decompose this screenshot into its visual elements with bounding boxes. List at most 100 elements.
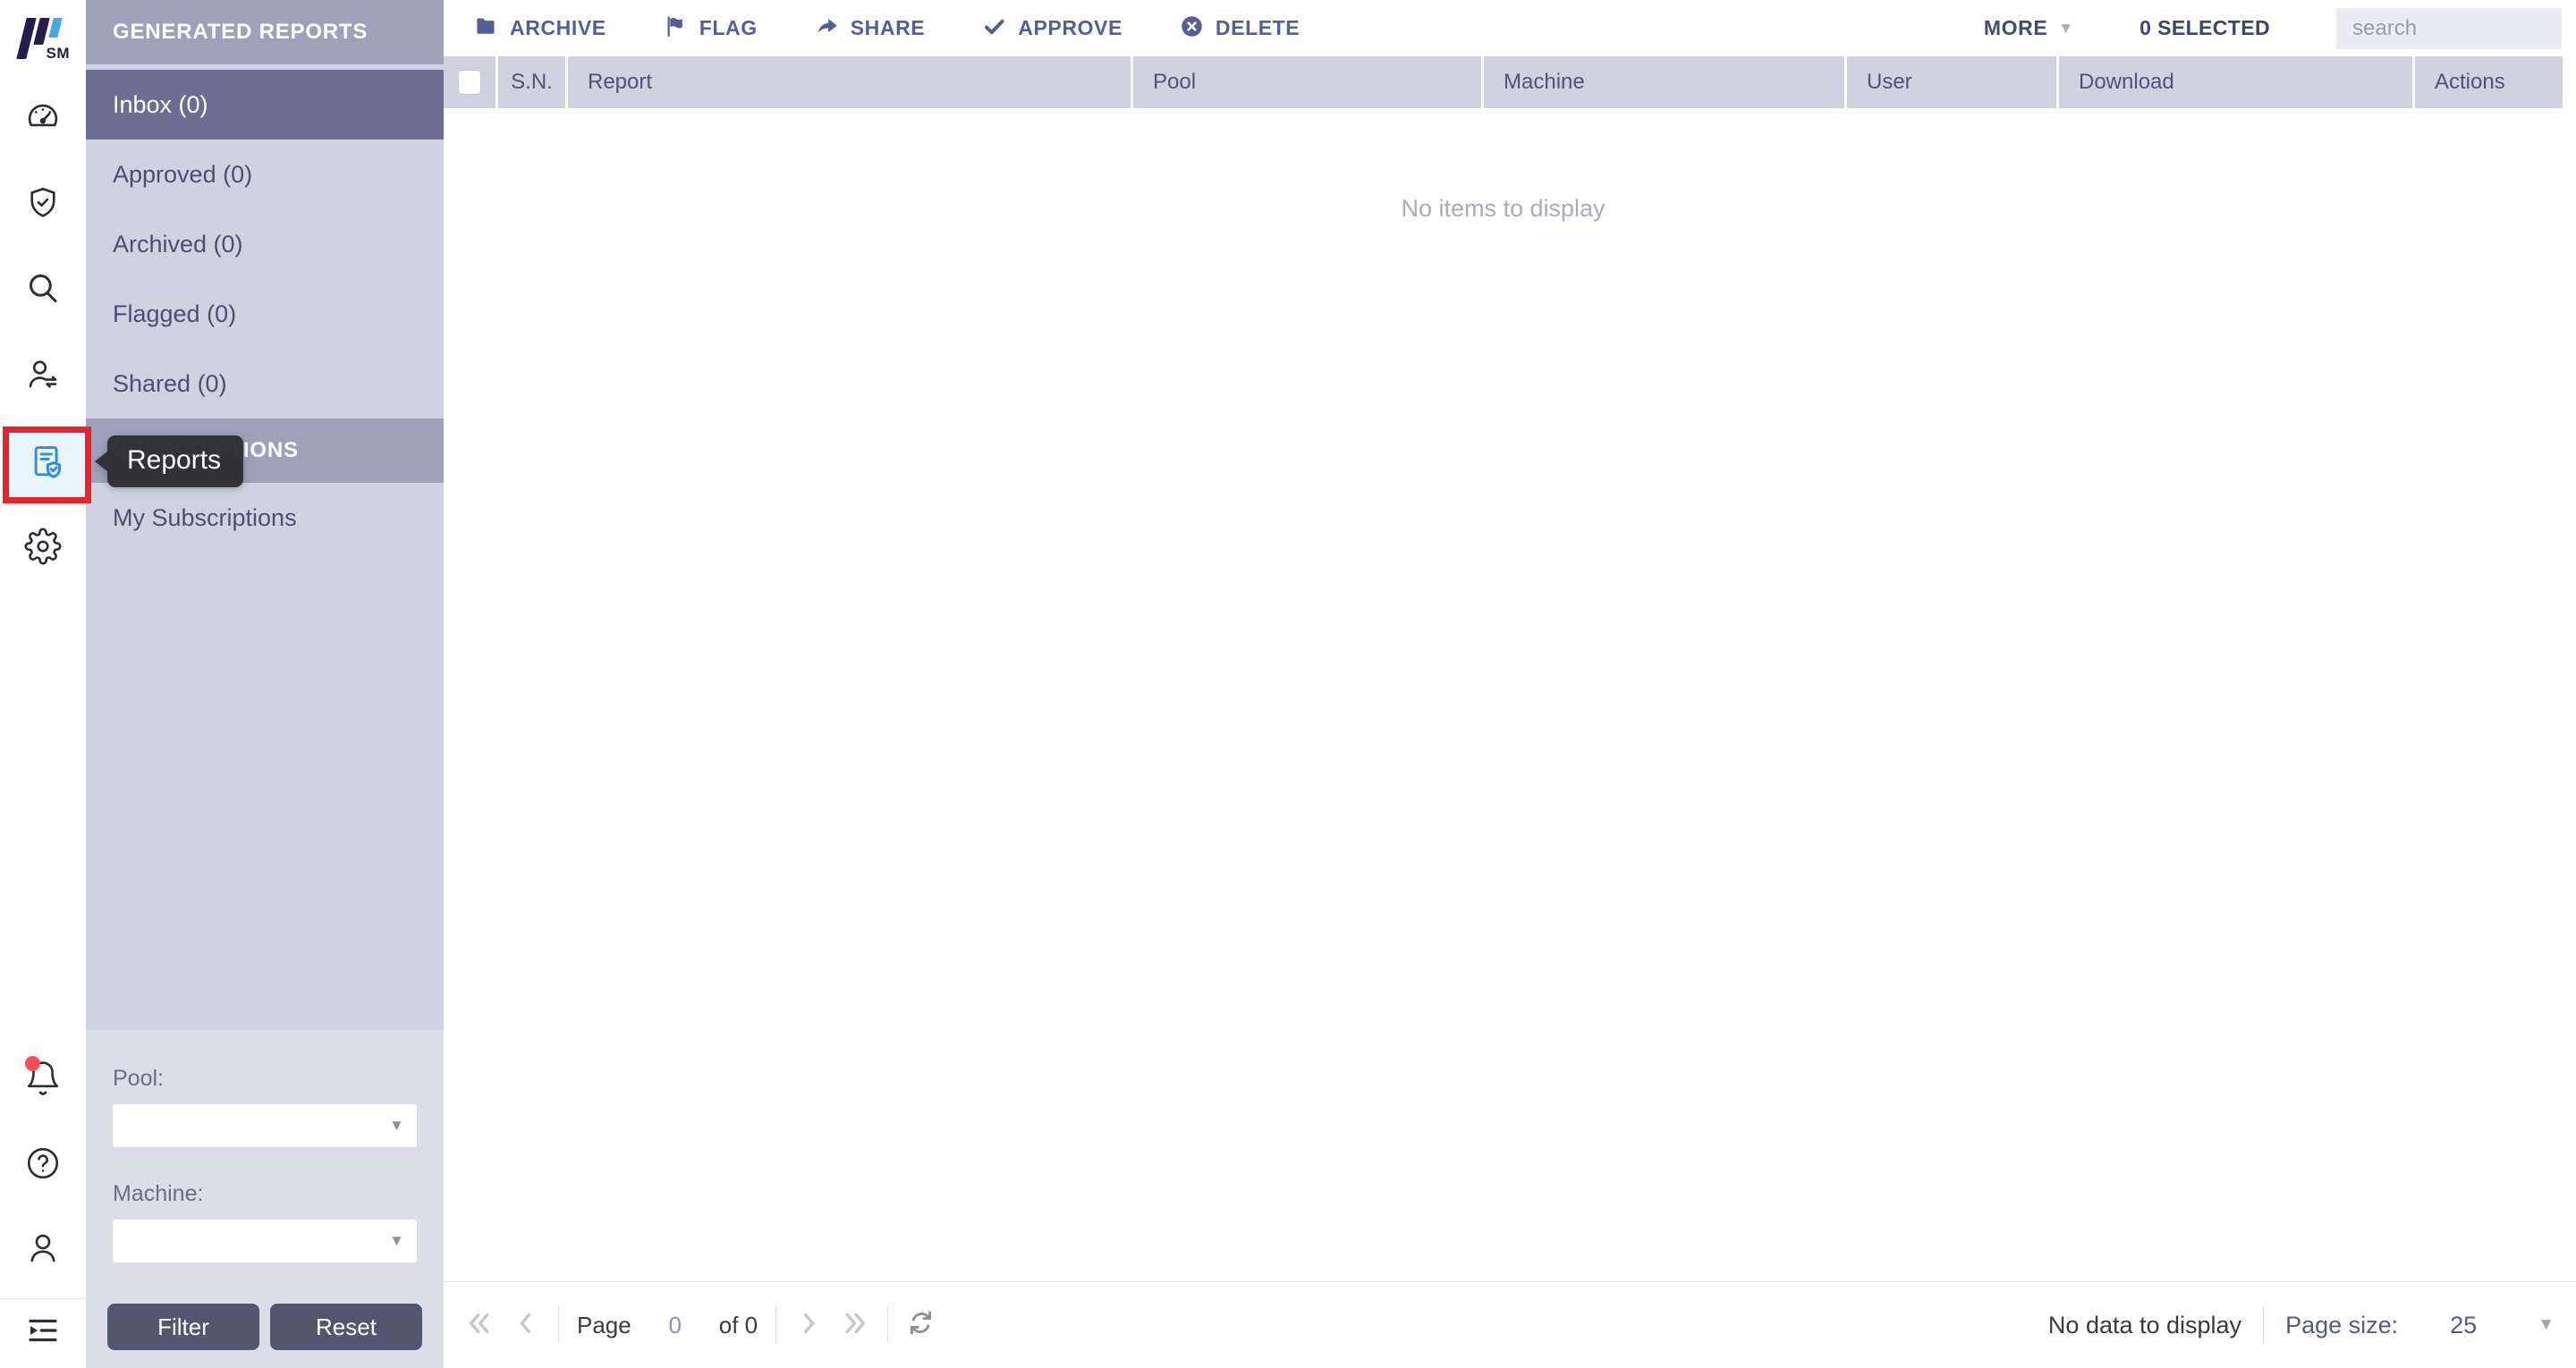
pagination-status: No data to display Page size: 25 ▼ xyxy=(2048,1307,2555,1343)
filter-buttons-row: Filter Reset xyxy=(107,1304,422,1350)
sidebar-item-shared[interactable]: Shared (0) xyxy=(86,349,444,418)
indent-menu-icon xyxy=(24,1312,62,1354)
bell-icon xyxy=(24,1060,62,1097)
page-size-label: Page size: xyxy=(2285,1312,2398,1339)
pool-label: Pool: xyxy=(113,1066,417,1092)
reports-document-icon[interactable] xyxy=(28,443,67,487)
selected-count: 0 SELECTED xyxy=(2140,16,2270,40)
tooltip-arrow xyxy=(95,452,107,471)
icon-rail: SM xyxy=(0,0,86,1368)
double-chevron-left-icon xyxy=(465,1309,494,1342)
rail-divider xyxy=(0,1298,86,1299)
sidebar-item-flagged[interactable]: Flagged (0) xyxy=(86,279,444,349)
sidebar-item-approved[interactable]: Approved (0) xyxy=(86,139,444,209)
column-header-sn[interactable]: S.N. xyxy=(496,56,565,108)
prev-page-button[interactable] xyxy=(512,1309,540,1342)
share-label: SHARE xyxy=(851,16,926,40)
sidebar-item-help[interactable] xyxy=(0,1144,86,1186)
sidebar-item-settings[interactable] xyxy=(0,528,86,570)
approve-button[interactable]: APPROVE xyxy=(982,14,1123,43)
main-content: ARCHIVE FLAG SHARE xyxy=(444,0,2576,1368)
chevron-right-icon xyxy=(794,1309,823,1342)
bulk-actions: ARCHIVE FLAG SHARE xyxy=(474,14,1300,43)
collapse-menu-button[interactable] xyxy=(0,1312,86,1354)
reports-sidebar: GENERATED REPORTS Inbox (0) Approved (0)… xyxy=(86,0,444,1368)
chevron-down-icon: ▼ xyxy=(389,1232,404,1250)
logo-text: SM xyxy=(47,45,71,63)
divider xyxy=(887,1307,888,1343)
delete-label: DELETE xyxy=(1216,16,1300,40)
divider xyxy=(558,1307,559,1343)
sidebar-item-my-subscriptions[interactable]: My Subscriptions xyxy=(86,483,444,553)
machine-select[interactable]: ▼ xyxy=(113,1220,417,1262)
notification-badge-dot xyxy=(25,1056,40,1071)
next-page-button[interactable] xyxy=(794,1309,823,1342)
refresh-button[interactable] xyxy=(906,1308,936,1342)
check-icon xyxy=(982,14,1006,43)
sidebar-item-account[interactable] xyxy=(0,1229,86,1271)
machine-label: Machine: xyxy=(113,1181,417,1207)
toolbar-right: MORE ▼ 0 SELECTED xyxy=(1984,8,2576,49)
column-header-report[interactable]: Report xyxy=(565,56,1131,108)
sidebar-item-security[interactable] xyxy=(0,184,86,226)
approve-label: APPROVE xyxy=(1018,16,1123,40)
pagination-controls: Page of 0 xyxy=(465,1307,936,1343)
reset-button[interactable]: Reset xyxy=(270,1304,422,1350)
search-input[interactable] xyxy=(2336,8,2562,49)
share-button[interactable]: SHARE xyxy=(815,14,926,43)
more-menu-button[interactable]: MORE ▼ xyxy=(1984,16,2073,40)
column-header-user[interactable]: User xyxy=(1844,56,2056,108)
flag-button[interactable]: FLAG xyxy=(664,14,758,43)
section-title-generated-reports: GENERATED REPORTS xyxy=(86,0,444,64)
pagination-bar: Page of 0 xyxy=(444,1281,2576,1368)
page-of-label: of 0 xyxy=(719,1312,758,1339)
shield-check-icon xyxy=(24,184,62,226)
sidebar-item-notifications[interactable] xyxy=(0,1060,86,1097)
flag-label: FLAG xyxy=(699,16,758,40)
chevron-down-icon: ▼ xyxy=(2058,20,2073,38)
help-icon xyxy=(24,1144,62,1186)
delete-button[interactable]: DELETE xyxy=(1180,14,1300,43)
double-chevron-right-icon xyxy=(841,1309,869,1342)
archive-label: ARCHIVE xyxy=(510,16,606,40)
no-data-status: No data to display xyxy=(2048,1312,2241,1339)
sidebar-item-inbox[interactable]: Inbox (0) xyxy=(86,70,444,139)
pool-select[interactable]: ▼ xyxy=(113,1104,417,1147)
gear-icon xyxy=(24,528,62,570)
table-header-row: S.N. Report Pool Machine User Download A… xyxy=(444,56,2563,108)
dashboard-gauge-icon xyxy=(24,99,62,141)
first-page-button[interactable] xyxy=(465,1309,494,1342)
last-page-button[interactable] xyxy=(841,1309,869,1342)
empty-table-message: No items to display xyxy=(444,195,2563,223)
tooltip-label: Reports xyxy=(107,435,243,487)
sidebar-item-archived[interactable]: Archived (0) xyxy=(86,209,444,279)
x-circle-icon xyxy=(1180,14,1204,43)
column-header-actions[interactable]: Actions xyxy=(2412,56,2563,108)
sidebar-item-search[interactable] xyxy=(0,269,86,311)
share-arrow-icon xyxy=(815,14,839,43)
person-icon xyxy=(24,1229,62,1271)
app-window: SM xyxy=(0,0,2576,1368)
column-header-download[interactable]: Download xyxy=(2056,56,2412,108)
select-all-checkbox[interactable] xyxy=(458,70,481,95)
page-number-input[interactable] xyxy=(649,1307,701,1343)
filter-panel: Pool: ▼ Machine: ▼ Filter Reset xyxy=(86,1030,444,1368)
search-icon xyxy=(24,269,62,311)
chevron-down-icon[interactable]: ▼ xyxy=(2538,1315,2555,1335)
sidebar-item-users[interactable] xyxy=(0,356,86,398)
user-sync-icon xyxy=(24,356,62,398)
folder-icon xyxy=(474,14,498,43)
logo-mark-icon: SM xyxy=(14,16,72,64)
column-header-pool[interactable]: Pool xyxy=(1131,56,1481,108)
select-all-cell xyxy=(444,56,496,108)
page-size-value[interactable]: 25 xyxy=(2450,1312,2477,1339)
column-header-machine[interactable]: Machine xyxy=(1481,56,1844,108)
flag-icon xyxy=(664,14,688,43)
archive-button[interactable]: ARCHIVE xyxy=(474,14,606,43)
more-label: MORE xyxy=(1984,16,2047,40)
chevron-left-icon xyxy=(512,1309,540,1342)
refresh-icon xyxy=(906,1308,936,1342)
app-logo[interactable]: SM xyxy=(0,14,86,66)
filter-button[interactable]: Filter xyxy=(107,1304,259,1350)
sidebar-item-dashboard[interactable] xyxy=(0,99,86,141)
